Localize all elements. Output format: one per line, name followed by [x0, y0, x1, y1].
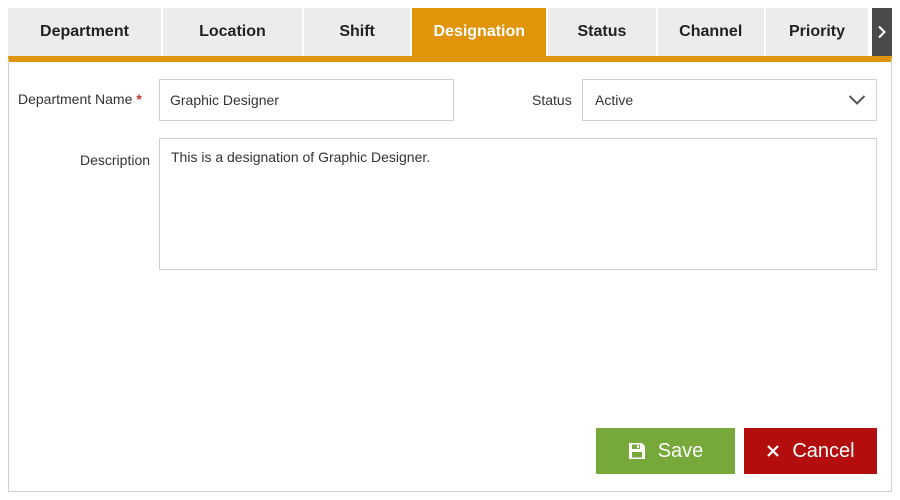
tab-department[interactable]: Department [8, 8, 161, 56]
save-button[interactable]: Save [596, 428, 735, 474]
cancel-button[interactable]: Cancel [744, 428, 877, 474]
department-name-input[interactable] [159, 79, 454, 121]
tab-designation[interactable]: Designation [412, 8, 547, 56]
description-label: Description [80, 152, 151, 168]
tab-scroll-next-button[interactable] [872, 8, 892, 56]
tab-channel[interactable]: Channel [657, 8, 764, 56]
designation-form-panel [8, 56, 892, 492]
department-name-label-text: Department Name [18, 91, 133, 107]
tab-status[interactable]: Status [548, 8, 656, 56]
chevron-right-icon [878, 25, 886, 39]
floppy-disk-icon [628, 442, 646, 460]
save-button-label: Save [657, 439, 704, 462]
chevron-down-icon [848, 95, 866, 105]
tab-bar: Department Location Shift Designation St… [8, 8, 892, 56]
description-textarea[interactable]: This is a designation of Graphic Designe… [159, 138, 877, 270]
status-select-value: Active [595, 92, 634, 108]
status-label: Status [532, 92, 572, 108]
tab-location[interactable]: Location [162, 8, 302, 56]
tab-shift[interactable]: Shift [303, 8, 411, 56]
required-marker: * [136, 91, 142, 107]
close-icon [766, 444, 780, 458]
tab-priority[interactable]: Priority [765, 8, 869, 56]
cancel-button-label: Cancel [792, 439, 855, 462]
status-select[interactable]: Active [582, 79, 877, 121]
department-name-label: Department Name * [18, 91, 142, 107]
